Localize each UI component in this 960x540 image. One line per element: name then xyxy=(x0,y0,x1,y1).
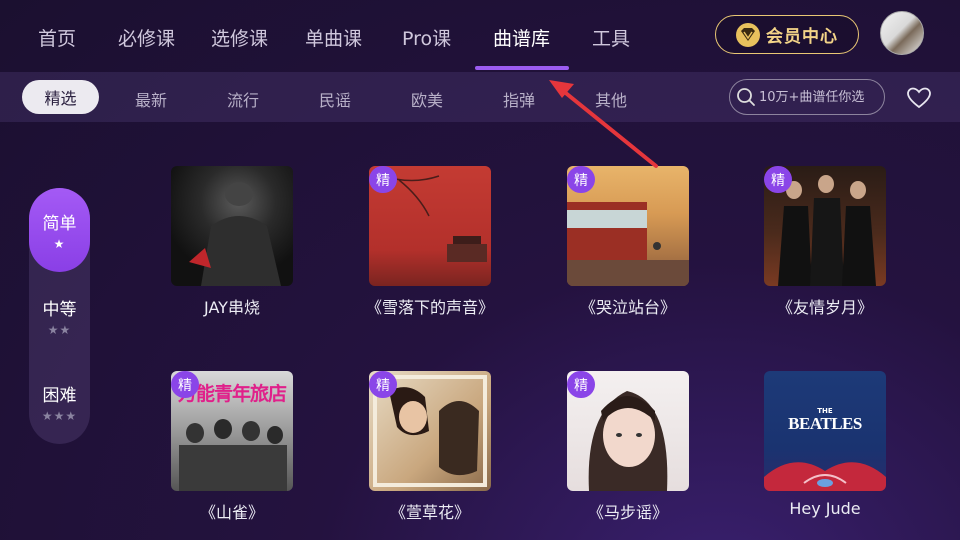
song-cover: 精 xyxy=(369,166,491,286)
song-card[interactable]: 精 《哭泣站台》 xyxy=(567,166,689,318)
category-featured[interactable]: 精选 xyxy=(22,80,99,114)
category-latest[interactable]: 最新 xyxy=(135,87,167,111)
difficulty-easy-stars: ★ xyxy=(53,237,66,251)
difficulty-easy-label: 简单 xyxy=(42,214,77,234)
difficulty-hard[interactable]: 困难 ★★★ xyxy=(29,360,90,444)
featured-badge: 精 xyxy=(369,166,397,193)
favorite-heart-icon[interactable] xyxy=(906,86,932,110)
tab-elective-course[interactable]: 选修课 xyxy=(211,24,268,51)
search-icon xyxy=(737,88,755,106)
difficulty-medium-stars: ★★ xyxy=(47,323,72,337)
song-title: JAY串烧 xyxy=(204,298,260,317)
song-title: 《萱草花》 xyxy=(389,503,470,522)
search-box[interactable] xyxy=(729,79,885,115)
featured-badge: 精 xyxy=(764,166,792,193)
tab-required-course[interactable]: 必修课 xyxy=(118,24,175,51)
song-title: 《哭泣站台》 xyxy=(579,298,676,317)
song-cover: 精 xyxy=(369,371,491,491)
vip-diamond-icon xyxy=(736,22,760,47)
song-cover: 万能青年旅店 精 xyxy=(171,371,293,491)
difficulty-hard-stars: ★★★ xyxy=(41,409,78,423)
song-title: 《雪落下的声音》 xyxy=(365,298,494,317)
vip-center-label: 会员中心 xyxy=(766,27,838,47)
song-cover xyxy=(171,166,293,286)
featured-badge: 精 xyxy=(567,371,595,398)
tab-home[interactable]: 首页 xyxy=(38,24,76,51)
song-card[interactable]: 精 《萱草花》 xyxy=(369,371,491,523)
song-title: 《山雀》 xyxy=(199,503,264,522)
song-cover: 精 xyxy=(764,166,886,286)
song-card[interactable]: 万能青年旅店 精 《山雀》 xyxy=(171,371,293,523)
song-title: Hey Jude xyxy=(789,499,861,518)
category-bar: 精选 最新 流行 民谣 欧美 指弹 其他 xyxy=(0,72,960,122)
song-cover: THE BEATLES xyxy=(764,371,886,491)
category-fingerstyle[interactable]: 指弹 xyxy=(503,87,535,111)
song-card[interactable]: 精 《友情岁月》 xyxy=(764,166,886,318)
difficulty-easy[interactable]: 简单 ★ xyxy=(29,188,90,272)
difficulty-selector: 简单 ★ 中等 ★★ 困难 ★★★ xyxy=(29,188,90,444)
vip-center-button[interactable]: 会员中心 xyxy=(715,15,859,54)
tab-sheet-library[interactable]: 曲谱库 xyxy=(493,24,550,51)
category-other[interactable]: 其他 xyxy=(595,87,627,111)
featured-badge: 精 xyxy=(369,371,397,398)
category-pop[interactable]: 流行 xyxy=(227,87,259,111)
song-title: 《马步谣》 xyxy=(587,503,668,522)
song-card[interactable]: 精 《雪落下的声音》 xyxy=(366,166,494,318)
tab-single-song-course[interactable]: 单曲课 xyxy=(305,24,362,51)
song-cover: 精 xyxy=(567,166,689,286)
featured-badge: 精 xyxy=(171,371,199,398)
active-tab-indicator xyxy=(475,66,569,70)
search-input[interactable] xyxy=(759,89,879,105)
difficulty-hard-label: 困难 xyxy=(42,386,77,406)
song-card[interactable]: JAY串烧 xyxy=(171,166,293,318)
song-card[interactable]: 精 《马步谣》 xyxy=(567,371,689,523)
song-title: 《友情岁月》 xyxy=(776,298,873,317)
tab-tools[interactable]: 工具 xyxy=(592,24,630,51)
song-cover: 精 xyxy=(567,371,689,491)
category-folk[interactable]: 民谣 xyxy=(319,87,351,111)
top-nav: 首页 必修课 选修课 单曲课 Pro课 曲谱库 工具 会员中心 xyxy=(0,0,960,72)
user-avatar[interactable] xyxy=(880,11,924,55)
featured-badge: 精 xyxy=(567,166,595,193)
song-card[interactable]: THE BEATLES Hey Jude xyxy=(764,371,886,518)
difficulty-medium-label: 中等 xyxy=(42,300,77,320)
category-western[interactable]: 欧美 xyxy=(411,87,443,111)
difficulty-medium[interactable]: 中等 ★★ xyxy=(29,274,90,358)
tab-pro-course[interactable]: Pro课 xyxy=(402,24,451,51)
